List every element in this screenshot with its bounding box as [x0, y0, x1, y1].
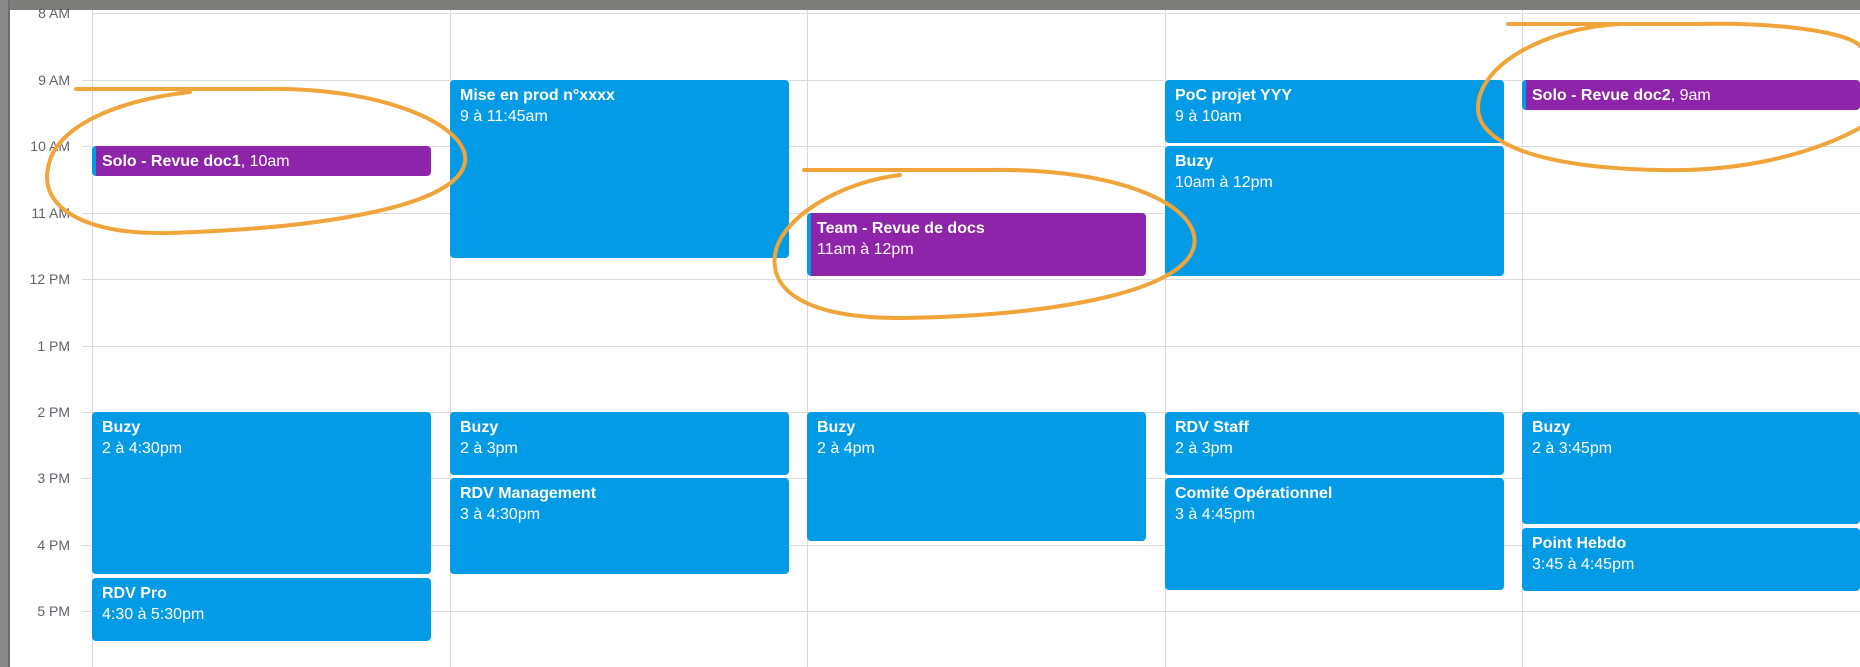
event-point-hebdo[interactable]: Point Hebdo 3:45 à 4:45pm — [1522, 528, 1860, 591]
event-mise-en-prod[interactable]: Mise en prod n°xxxx 9 à 11:45am — [450, 80, 789, 258]
event-title: PoC projet YYY — [1175, 87, 1293, 104]
event-title: Buzy — [1175, 153, 1214, 170]
event-solo-revue-doc2[interactable]: Solo - Revue doc2, 9am — [1522, 80, 1860, 110]
hour-tick — [82, 412, 92, 413]
event-time: 2 à 3pm — [1175, 440, 1233, 457]
event-time: 2 à 4:30pm — [102, 440, 183, 457]
event-title: Solo - Revue doc2 — [1532, 87, 1671, 104]
top-bar — [10, 0, 1860, 10]
event-title: Buzy — [460, 419, 499, 436]
event-time: 4:30 à 5:30pm — [102, 606, 205, 623]
hour-tick — [82, 346, 92, 347]
hour-label: 2 PM — [37, 404, 70, 420]
event-title: RDV Staff — [1175, 419, 1249, 436]
event-title: Buzy — [1532, 419, 1571, 436]
event-time: 9 à 10am — [1175, 108, 1242, 125]
event-buzy[interactable]: Buzy 2 à 4pm — [807, 412, 1146, 541]
event-title: Solo - Revue doc1 — [102, 153, 241, 170]
event-title: RDV Management — [460, 485, 597, 502]
event-buzy[interactable]: Buzy 10am à 12pm — [1165, 146, 1504, 276]
event-title: RDV Pro — [102, 585, 167, 602]
event-title: Comité Opérationnel — [1175, 485, 1333, 502]
event-time: , 9am — [1670, 87, 1711, 104]
hour-label: 8 AM — [38, 5, 70, 21]
event-time: 3:45 à 4:45pm — [1532, 556, 1635, 573]
event-title: Mise en prod n°xxxx — [460, 87, 615, 104]
hour-gridline — [92, 279, 1860, 280]
hour-tick — [82, 545, 92, 546]
event-buzy[interactable]: Buzy 2 à 3pm — [450, 412, 789, 475]
hour-tick — [82, 279, 92, 280]
event-time: 2 à 3pm — [460, 440, 518, 457]
hour-label: 4 PM — [37, 537, 70, 553]
event-time: 3 à 4:45pm — [1175, 506, 1256, 523]
event-solo-revue-doc1[interactable]: Solo - Revue doc1, 10am — [92, 146, 431, 176]
event-rdv-management[interactable]: RDV Management 3 à 4:30pm — [450, 478, 789, 574]
hour-tick — [82, 611, 92, 612]
hour-label: 10 AM — [30, 138, 70, 154]
event-buzy[interactable]: Buzy 2 à 4:30pm — [92, 412, 431, 574]
event-title: Team - Revue de docs — [817, 220, 985, 237]
event-poc-projet[interactable]: PoC projet YYY 9 à 10am — [1165, 80, 1504, 143]
event-comite-operationnel[interactable]: Comité Opérationnel 3 à 4:45pm — [1165, 478, 1504, 590]
event-rdv-pro[interactable]: RDV Pro 4:30 à 5:30pm — [92, 578, 431, 641]
hour-gridline — [92, 346, 1860, 347]
day-column-divider — [807, 10, 808, 667]
event-time: 3 à 4:30pm — [460, 506, 541, 523]
event-title: Buzy — [102, 419, 141, 436]
event-rdv-staff[interactable]: RDV Staff 2 à 3pm — [1165, 412, 1504, 475]
event-team-revue-de-docs[interactable]: Team - Revue de docs 11am à 12pm — [807, 213, 1146, 276]
event-time: , 10am — [240, 153, 290, 170]
event-time: 10am à 12pm — [1175, 174, 1273, 191]
calendar-week-view: 8 AM 9 AM 10 AM 11 AM 12 PM 1 PM 2 PM 3 … — [10, 0, 1860, 667]
hour-tick — [82, 478, 92, 479]
event-time: 2 à 4pm — [817, 440, 875, 457]
event-time: 9 à 11:45am — [460, 108, 548, 125]
hour-tick — [82, 80, 92, 81]
hour-tick — [82, 146, 92, 147]
hour-label: 12 PM — [29, 271, 70, 287]
event-buzy[interactable]: Buzy 2 à 3:45pm — [1522, 412, 1860, 524]
hour-tick — [82, 213, 92, 214]
event-title: Point Hebdo — [1532, 535, 1627, 552]
hour-label: 9 AM — [38, 72, 70, 88]
hour-label: 3 PM — [37, 470, 70, 486]
event-title: Buzy — [817, 419, 856, 436]
hour-label: 5 PM — [37, 603, 70, 619]
event-time: 2 à 3:45pm — [1532, 440, 1613, 457]
hour-label: 11 AM — [31, 205, 70, 221]
hour-gridline — [92, 13, 1860, 14]
event-time: 11am à 12pm — [817, 241, 914, 258]
hour-label: 1 PM — [37, 338, 70, 354]
